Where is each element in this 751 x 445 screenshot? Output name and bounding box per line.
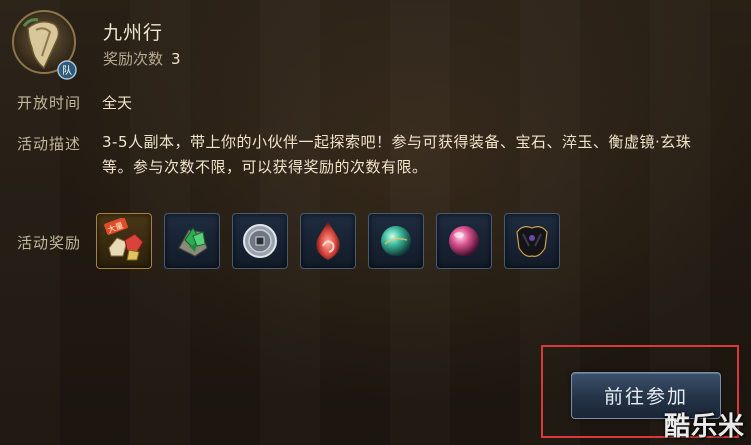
reward-item-pink-orb[interactable]	[436, 213, 492, 269]
description-text: 3-5人副本，带上你的小伙伴一起探索吧！参与可获得装备、宝石、淬玉、衡虚镜·玄珠…	[102, 133, 692, 176]
pink-orb-icon	[449, 226, 479, 256]
teal-orb-icon	[381, 226, 411, 256]
reward-item-green-crystal[interactable]	[164, 213, 220, 269]
red-flame-orb-icon	[316, 222, 340, 260]
activity-title: 九州行	[103, 22, 164, 44]
gem-pack-icon: 大量	[104, 218, 144, 261]
reward-count-row: 奖励次数 3	[103, 48, 181, 69]
reward-item-teal-orb[interactable]	[368, 213, 424, 269]
watermark-logo: 酷乐米	[663, 412, 745, 442]
reward-item-gem-pack[interactable]: 大量	[96, 213, 152, 269]
team-badge: 队	[62, 64, 72, 77]
rewards-label: 活动奖励	[17, 234, 82, 252]
activity-emblem-icon: 队	[10, 8, 82, 80]
reward-item-red-flame-orb[interactable]	[300, 213, 356, 269]
reward-item-silver-coin[interactable]	[232, 213, 288, 269]
open-time-value: 全天	[102, 94, 133, 112]
open-time-label: 开放时间	[17, 94, 82, 112]
reward-count-value: 3	[171, 50, 181, 68]
reward-list: 大量	[96, 213, 560, 271]
green-crystal-icon	[178, 227, 208, 257]
silver-coin-icon	[243, 224, 277, 258]
reward-count-label: 奖励次数	[103, 50, 164, 68]
reward-item-dark-cloak[interactable]	[504, 213, 560, 269]
activity-detail-panel: 队 九州行 奖励次数 3 开放时间 全天 活动描述 3-5人副本，带上你的小伙伴一…	[0, 0, 751, 445]
description-label: 活动描述	[17, 135, 82, 153]
dark-cloak-icon	[516, 226, 548, 257]
reward-badge: 大量	[106, 220, 124, 235]
